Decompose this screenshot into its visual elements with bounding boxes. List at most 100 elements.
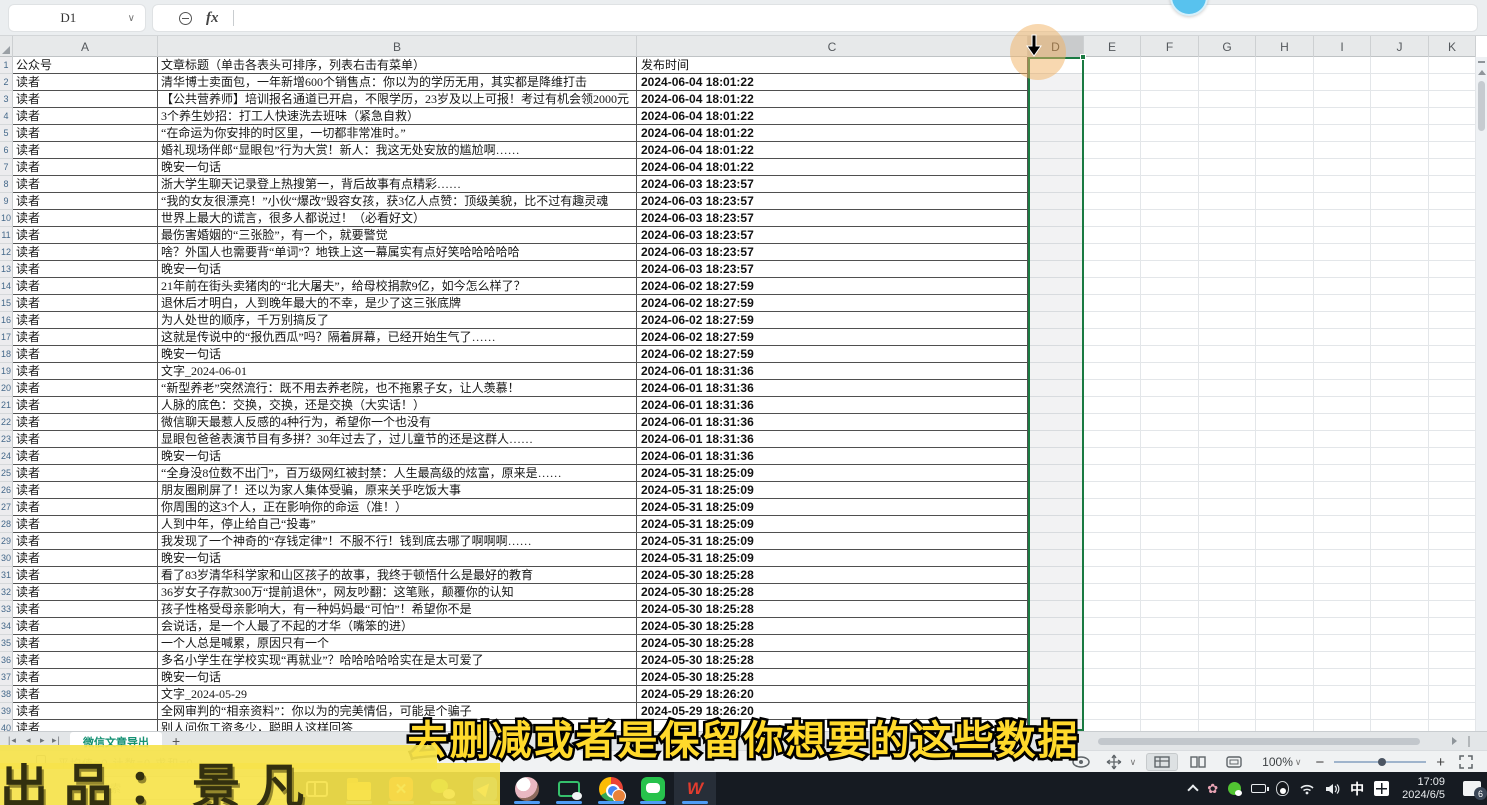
row-header[interactable]: 26 [0, 482, 13, 499]
cell-empty[interactable] [1429, 312, 1476, 329]
cell-empty[interactable] [1429, 244, 1476, 261]
cell-empty[interactable] [1028, 261, 1084, 278]
column-header-C[interactable]: C [637, 36, 1028, 57]
cell-empty[interactable] [1256, 669, 1314, 686]
cell-empty[interactable] [1256, 329, 1314, 346]
cell-empty[interactable] [1141, 686, 1199, 703]
cell-title[interactable]: 孩子性格受母亲影响大，有一种妈妈最“可怕”！希望你不是 [158, 601, 637, 618]
cell-empty[interactable] [1084, 142, 1141, 159]
cell-empty[interactable] [1429, 550, 1476, 567]
cell-empty[interactable] [1141, 584, 1199, 601]
cell-empty[interactable] [1199, 108, 1256, 125]
cell-empty[interactable] [1199, 448, 1256, 465]
cell-empty[interactable] [1084, 125, 1141, 142]
row-header[interactable]: 40 [0, 720, 13, 731]
cell-empty[interactable] [1371, 686, 1429, 703]
cell-empty[interactable] [1141, 703, 1199, 720]
cell-title[interactable]: 文字_2024-05-29 [158, 686, 637, 703]
cell-empty[interactable] [1371, 329, 1429, 346]
cell-publish-time[interactable]: 2024-06-04 18:01:22 [637, 91, 1028, 108]
cell-empty[interactable] [1084, 465, 1141, 482]
cell-empty[interactable] [1314, 448, 1371, 465]
cell-empty[interactable] [1199, 312, 1256, 329]
cell-publish-time[interactable]: 2024-05-30 18:25:28 [637, 669, 1028, 686]
cell-empty[interactable] [1141, 142, 1199, 159]
zoom-slider-knob[interactable] [1378, 758, 1386, 766]
cell-title[interactable]: “在命运为你安排的时区里，一切都非常准时。” [158, 125, 637, 142]
cell-empty[interactable] [1084, 346, 1141, 363]
cell-empty[interactable] [1371, 618, 1429, 635]
cell-empty[interactable] [1028, 142, 1084, 159]
cell-empty[interactable] [1314, 91, 1371, 108]
cell-empty[interactable] [1314, 465, 1371, 482]
cell-empty[interactable] [1084, 533, 1141, 550]
cell-empty[interactable] [1084, 601, 1141, 618]
cell-empty[interactable] [1028, 567, 1084, 584]
cell-empty[interactable] [1314, 397, 1371, 414]
cell-empty[interactable] [1429, 227, 1476, 244]
cell-account[interactable]: 读者 [13, 635, 158, 652]
cell-empty[interactable] [1199, 567, 1256, 584]
cell-empty[interactable] [1141, 312, 1199, 329]
cell-empty[interactable] [1141, 278, 1199, 295]
cell-publish-time[interactable]: 2024-06-04 18:01:22 [637, 108, 1028, 125]
chevron-down-icon[interactable]: ∨ [128, 13, 135, 24]
cell-publish-time[interactable]: 2024-06-01 18:31:36 [637, 380, 1028, 397]
cell-empty[interactable] [1199, 499, 1256, 516]
cell-title[interactable]: 人到中年，停止给自己“投毒” [158, 516, 637, 533]
tray-expand-icon[interactable] [1189, 783, 1197, 794]
cell-publish-time[interactable]: 2024-06-03 18:23:57 [637, 193, 1028, 210]
cell-account[interactable]: 读者 [13, 380, 158, 397]
cell-empty[interactable] [1429, 210, 1476, 227]
cell-empty[interactable] [1141, 431, 1199, 448]
cell-empty[interactable] [1199, 159, 1256, 176]
cell-empty[interactable] [1028, 669, 1084, 686]
cell-publish-time[interactable]: 2024-06-02 18:27:59 [637, 346, 1028, 363]
cell-empty[interactable] [1028, 74, 1084, 91]
cell-account[interactable]: 读者 [13, 278, 158, 295]
cell-empty[interactable] [1028, 210, 1084, 227]
cell-empty[interactable] [1199, 261, 1256, 278]
cell-empty[interactable] [1314, 499, 1371, 516]
cell-empty[interactable] [1314, 176, 1371, 193]
cell-empty[interactable] [1371, 278, 1429, 295]
cell-empty[interactable] [1314, 669, 1371, 686]
cell-publish-time[interactable]: 2024-05-31 18:25:09 [637, 465, 1028, 482]
cell-empty[interactable] [1256, 380, 1314, 397]
cell-empty[interactable] [1199, 346, 1256, 363]
cell-empty[interactable] [1199, 295, 1256, 312]
vertical-scrollbar[interactable] [1476, 57, 1487, 731]
cell-empty[interactable] [1371, 431, 1429, 448]
select-all-corner[interactable] [0, 36, 13, 57]
cell-empty[interactable] [1429, 601, 1476, 618]
cell-empty[interactable] [1199, 686, 1256, 703]
cell-empty[interactable] [1141, 414, 1199, 431]
cell-empty[interactable] [1256, 57, 1314, 74]
cell-empty[interactable] [1199, 601, 1256, 618]
cell-empty[interactable] [1141, 176, 1199, 193]
cell-publish-time[interactable]: 2024-06-02 18:27:59 [637, 295, 1028, 312]
cell-empty[interactable] [1256, 176, 1314, 193]
column-header-I[interactable]: I [1314, 36, 1371, 57]
cell-empty[interactable] [1084, 720, 1141, 731]
cell-empty[interactable] [1028, 720, 1084, 731]
cell-empty[interactable] [1256, 567, 1314, 584]
cell-publish-time[interactable]: 2024-06-01 18:31:36 [637, 397, 1028, 414]
row-header[interactable]: 2 [0, 74, 13, 91]
cell-empty[interactable] [1028, 686, 1084, 703]
cell-empty[interactable] [1084, 448, 1141, 465]
cell-account[interactable]: 读者 [13, 482, 158, 499]
cell-empty[interactable] [1256, 278, 1314, 295]
cell-empty[interactable] [1371, 210, 1429, 227]
cell-empty[interactable] [1429, 278, 1476, 295]
cell-empty[interactable] [1084, 91, 1141, 108]
cell-empty[interactable] [1199, 125, 1256, 142]
cell-publish-time[interactable]: 2024-06-02 18:27:59 [637, 329, 1028, 346]
cell-empty[interactable] [1141, 159, 1199, 176]
cell-empty[interactable] [1084, 210, 1141, 227]
cell-empty[interactable] [1371, 380, 1429, 397]
cell-empty[interactable] [1256, 74, 1314, 91]
cell-title[interactable]: 世界上最大的谎言，很多人都说过！（必看好文） [158, 210, 637, 227]
cell-empty[interactable] [1429, 176, 1476, 193]
cell-empty[interactable] [1028, 159, 1084, 176]
